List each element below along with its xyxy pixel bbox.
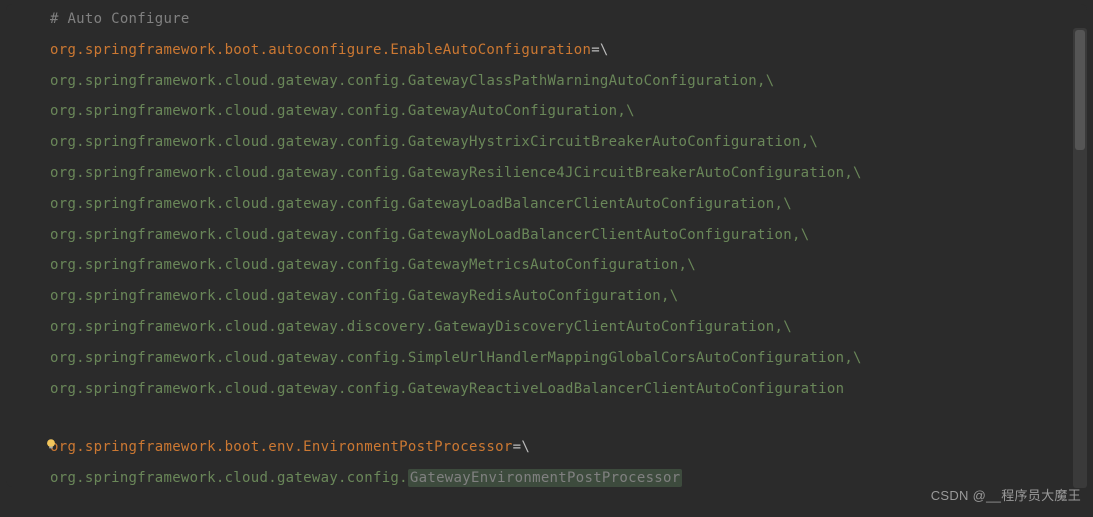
value-class: GatewayMetricsAutoConfiguration [408,257,679,273]
value-prefix: org.springframework.cloud.gateway.config… [50,288,408,304]
value-class-highlighted: GatewayEnvironmentPostProcessor [408,469,683,487]
code-line: org.springframework.cloud.gateway.config… [6,127,1087,158]
value-suffix: ,\ [844,350,861,366]
equals-backslash: =\ [513,439,530,455]
property-key-tail: .springframework.boot.autoconfigure.Enab… [76,42,591,58]
value-suffix: ,\ [801,134,818,150]
value-prefix: org.springframework.cloud.gateway.config… [50,470,408,486]
value-class: GatewayHystrixCircuitBreakerAutoConfigur… [408,134,801,150]
value-class: GatewayClassPathWarningAutoConfiguration [408,73,757,89]
value-class: SimpleUrlHandlerMappingGlobalCorsAutoCon… [408,350,844,366]
value-class: GatewayNoLoadBalancerClientAutoConfigura… [408,227,792,243]
value-suffix: ,\ [844,165,861,181]
watermark-text: CSDN @__程序员大魔王 [931,482,1081,511]
code-line: org.springframework.boot.autoconfigure.E… [6,35,1087,66]
value-suffix: ,\ [757,73,774,89]
code-line: org.springframework.boot.env.Environment… [6,432,1087,463]
code-line: org.springframework.cloud.gateway.config… [6,281,1087,312]
value-suffix: ,\ [617,103,634,119]
value-class: GatewayLoadBalancerClientAutoConfigurati… [408,196,775,212]
value-suffix: ,\ [775,319,792,335]
value-prefix: org.springframework.cloud.gateway.config… [50,73,408,89]
value-suffix: ,\ [792,227,809,243]
value-prefix: org.springframework.cloud.gateway.config… [50,196,408,212]
code-line: org.springframework.cloud.gateway.config… [6,96,1087,127]
value-suffix: ,\ [678,257,695,273]
code-line: org.springframework.cloud.gateway.discov… [6,312,1087,343]
value-class: GatewayResilience4JCircuitBreakerAutoCon… [408,165,844,181]
value-prefix: org.springframework.cloud.gateway.config… [50,381,408,397]
value-prefix: org.springframework.cloud.gateway.config… [50,227,408,243]
property-key-head: org [50,42,76,58]
equals-backslash: =\ [591,42,608,58]
scrollbar-thumb[interactable] [1075,30,1085,150]
code-line: org.springframework.cloud.gateway.config… [6,374,1087,405]
value-class: GatewayRedisAutoConfiguration [408,288,661,304]
code-editor[interactable]: # Auto Configure org.springframework.boo… [0,0,1093,517]
value-suffix: ,\ [775,196,792,212]
property-key-tail: .springframework.boot.env.EnvironmentPos… [76,439,512,455]
value-class: GatewayReactiveLoadBalancerClientAutoCon… [408,381,844,397]
code-line: org.springframework.cloud.gateway.config… [6,220,1087,251]
value-prefix: org.springframework.cloud.gateway.config… [50,165,408,181]
code-line: org.springframework.cloud.gateway.config… [6,66,1087,97]
editor-content[interactable]: # Auto Configure org.springframework.boo… [6,4,1087,487]
value-class: GatewayDiscoveryClientAutoConfiguration [434,319,774,335]
value-prefix: org.springframework.cloud.gateway.config… [50,134,408,150]
value-prefix: org.springframework.cloud.gateway.config… [50,103,408,119]
code-line: org.springframework.cloud.gateway.config… [6,463,1087,487]
value-prefix: org.springframework.cloud.gateway.config… [50,257,408,273]
code-line: org.springframework.cloud.gateway.config… [6,189,1087,220]
scrollbar-track[interactable] [1073,28,1087,488]
value-class: GatewayAutoConfiguration [408,103,618,119]
code-line: org.springframework.cloud.gateway.config… [6,343,1087,374]
blank-line [6,404,1087,432]
value-prefix: org.springframework.cloud.gateway.discov… [50,319,434,335]
intention-bulb-icon[interactable] [44,432,60,448]
code-line: # Auto Configure [6,4,1087,35]
value-suffix: ,\ [661,288,678,304]
code-line: org.springframework.cloud.gateway.config… [6,158,1087,189]
comment-text: # Auto Configure [50,11,190,27]
code-line: org.springframework.cloud.gateway.config… [6,250,1087,281]
value-prefix: org.springframework.cloud.gateway.config… [50,350,408,366]
